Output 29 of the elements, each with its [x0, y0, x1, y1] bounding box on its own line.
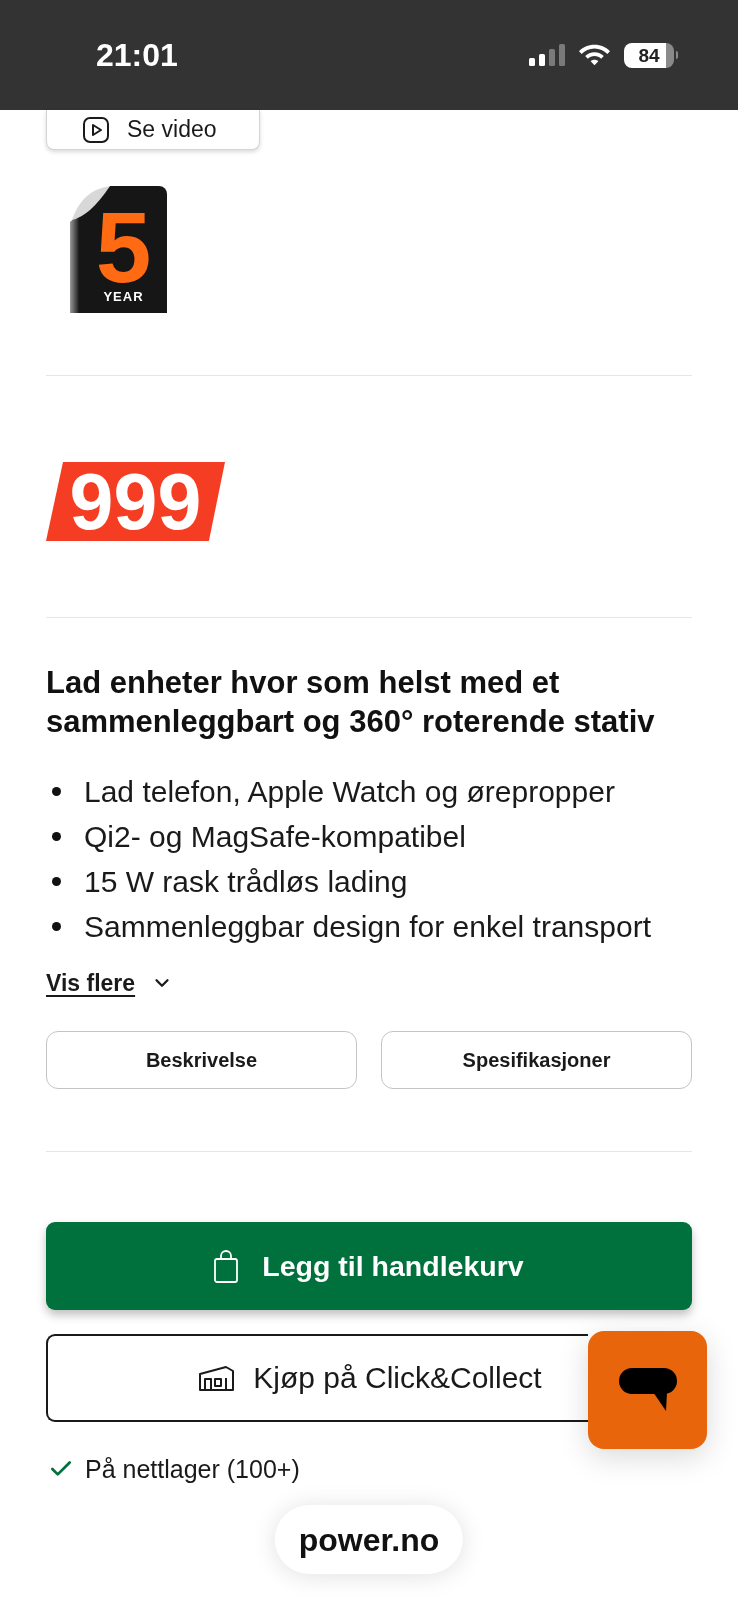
info-button[interactable]: Spesifikasjoner	[381, 1031, 692, 1089]
highlight-text: 15 W rask trådløs lading	[84, 866, 408, 897]
highlight-text: Sammenleggbar design for enkel transport	[84, 911, 651, 942]
bullet-icon	[52, 832, 61, 841]
store-icon	[198, 1365, 236, 1391]
chat-button[interactable]	[588, 1331, 707, 1449]
play-icon	[83, 116, 109, 143]
highlight-text: Lad telefon, Apple Watch og ørepropper	[84, 776, 615, 807]
warranty-years: 5	[95, 208, 152, 286]
bullet-icon	[52, 877, 61, 886]
show-more-link[interactable]: Vis flere	[46, 969, 174, 997]
bullet-icon	[52, 787, 61, 796]
signal-icon	[529, 44, 565, 66]
shopping-bag-icon	[214, 1249, 239, 1283]
price-tag: 999	[46, 462, 225, 541]
click-and-collect-button[interactable]: Kjøp på Click&Collect	[46, 1334, 588, 1422]
highlight-text: Qi2- og MagSafe-kompatibel	[84, 821, 466, 852]
add-to-cart-button[interactable]: Legg til handlekurv	[46, 1222, 692, 1310]
wifi-icon	[579, 44, 610, 66]
status-time: 21:01	[96, 39, 178, 71]
info-button[interactable]: Beskrivelse	[46, 1031, 357, 1089]
bullet-icon	[52, 922, 61, 931]
product-title: Lad enheter hvor som helst med et sammenleggbart og 360° roterende stativ	[46, 664, 656, 741]
address-bar[interactable]: power.no	[274, 1505, 464, 1574]
video-button[interactable]: Se video	[46, 110, 260, 150]
battery-percentage: 84	[638, 45, 660, 65]
stock-status: På nettlager (100+)	[85, 1456, 300, 1482]
chat-bubble-icon	[618, 1368, 677, 1412]
warranty-label: YEAR	[103, 290, 144, 303]
